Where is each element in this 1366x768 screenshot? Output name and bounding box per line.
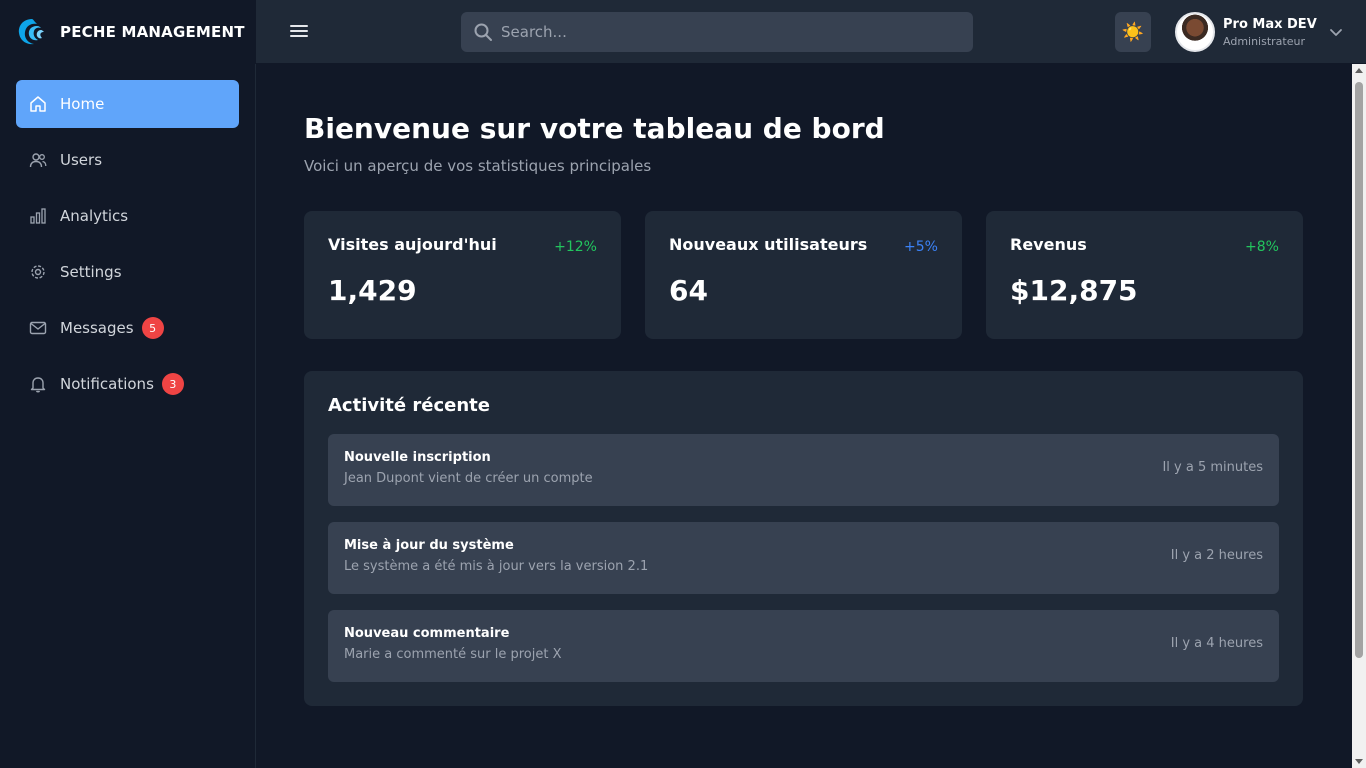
messages-badge: 5 [141, 317, 164, 339]
stats-row: Visites aujourd'hui +12% 1,429 Nouveaux … [304, 211, 1304, 339]
scroll-down-icon[interactable] [1355, 759, 1363, 764]
list-item[interactable]: Mise à jour du système Le système a été … [328, 522, 1279, 594]
user-name: Pro Max DEV [1223, 16, 1317, 32]
theme-toggle-button[interactable]: ☀️ [1115, 12, 1151, 52]
users-icon [28, 150, 48, 170]
user-menu[interactable]: Pro Max DEV Administrateur [1175, 12, 1343, 52]
search-icon [474, 23, 492, 41]
stat-delta: +5% [904, 239, 938, 255]
activity-item-desc: Le système a été mis à jour vers la vers… [344, 559, 649, 574]
activity-item-time: Il y a 5 minutes [1162, 460, 1263, 475]
scroll-up-icon[interactable] [1355, 68, 1363, 73]
sidebar-item-messages[interactable]: Messages 5 [16, 304, 239, 352]
stat-value: $12,875 [1010, 274, 1138, 307]
sidebar: Home Users Analytics Settings Messages 5… [0, 64, 256, 768]
list-item[interactable]: Nouveau commentaire Marie a commenté sur… [328, 610, 1279, 682]
sun-icon: ☀️ [1121, 21, 1145, 43]
list-item[interactable]: Nouvelle inscription Jean Dupont vient d… [328, 434, 1279, 506]
sidebar-item-analytics[interactable]: Analytics [16, 192, 239, 240]
vertical-scrollbar[interactable] [1352, 64, 1366, 768]
recent-activity-panel: Activité récente Nouvelle inscription Je… [304, 371, 1303, 706]
main-content: Bienvenue sur votre tableau de bord Voic… [256, 64, 1352, 768]
search-bar[interactable] [461, 12, 973, 52]
sidebar-item-users[interactable]: Users [16, 136, 239, 184]
bell-icon [28, 374, 48, 394]
activity-item-time: Il y a 4 heures [1170, 636, 1263, 651]
top-header: PECHE MANAGEMENT ☀️ Pro Max DEV Administ… [0, 0, 1366, 64]
stat-delta: +12% [554, 239, 597, 255]
sidebar-item-label: Users [60, 151, 103, 169]
stat-card-visits: Visites aujourd'hui +12% 1,429 [304, 211, 621, 339]
sidebar-item-settings[interactable]: Settings [16, 248, 239, 296]
sidebar-item-label: Settings [60, 263, 122, 281]
stat-delta: +8% [1245, 239, 1279, 255]
home-icon [28, 94, 48, 114]
sidebar-item-label: Analytics [60, 207, 129, 225]
notifications-badge: 3 [161, 373, 184, 395]
stat-value: 1,429 [328, 274, 417, 307]
stat-label: Revenus [1010, 235, 1087, 254]
stat-label: Nouveaux utilisateurs [669, 235, 868, 254]
user-role: Administrateur [1223, 34, 1305, 48]
bar-chart-icon [28, 206, 48, 226]
sidebar-item-notifications[interactable]: Notifications 3 [16, 360, 239, 408]
sidebar-item-home[interactable]: Home [16, 80, 239, 128]
search-input[interactable] [501, 23, 941, 41]
stat-card-revenue: Revenus +8% $12,875 [986, 211, 1303, 339]
menu-toggle-icon[interactable] [290, 22, 310, 42]
chevron-down-icon [1329, 29, 1342, 36]
wave-logo-icon [18, 19, 44, 45]
avatar [1175, 12, 1215, 52]
sidebar-item-label: Notifications [60, 375, 154, 393]
activity-title: Activité récente [328, 395, 490, 416]
sidebar-item-label: Messages [60, 319, 134, 337]
activity-item-desc: Jean Dupont vient de créer un compte [344, 471, 593, 486]
activity-item-desc: Marie a commenté sur le projet X [344, 647, 562, 662]
mail-icon [28, 318, 48, 338]
brand-name: PECHE MANAGEMENT [60, 23, 245, 41]
stat-value: 64 [669, 274, 708, 307]
activity-item-title: Nouvelle inscription [344, 450, 491, 465]
activity-item-time: Il y a 2 heures [1170, 548, 1263, 563]
page-title: Bienvenue sur votre tableau de bord [304, 112, 885, 145]
sidebar-item-label: Home [60, 95, 105, 113]
stat-card-new-users: Nouveaux utilisateurs +5% 64 [645, 211, 962, 339]
activity-item-title: Nouveau commentaire [344, 626, 510, 641]
scrollbar-thumb[interactable] [1355, 82, 1363, 658]
gear-icon [28, 262, 48, 282]
activity-item-title: Mise à jour du système [344, 538, 514, 553]
page-subtitle: Voici un aperçu de vos statistiques prin… [304, 157, 652, 175]
brand[interactable]: PECHE MANAGEMENT [0, 0, 256, 64]
